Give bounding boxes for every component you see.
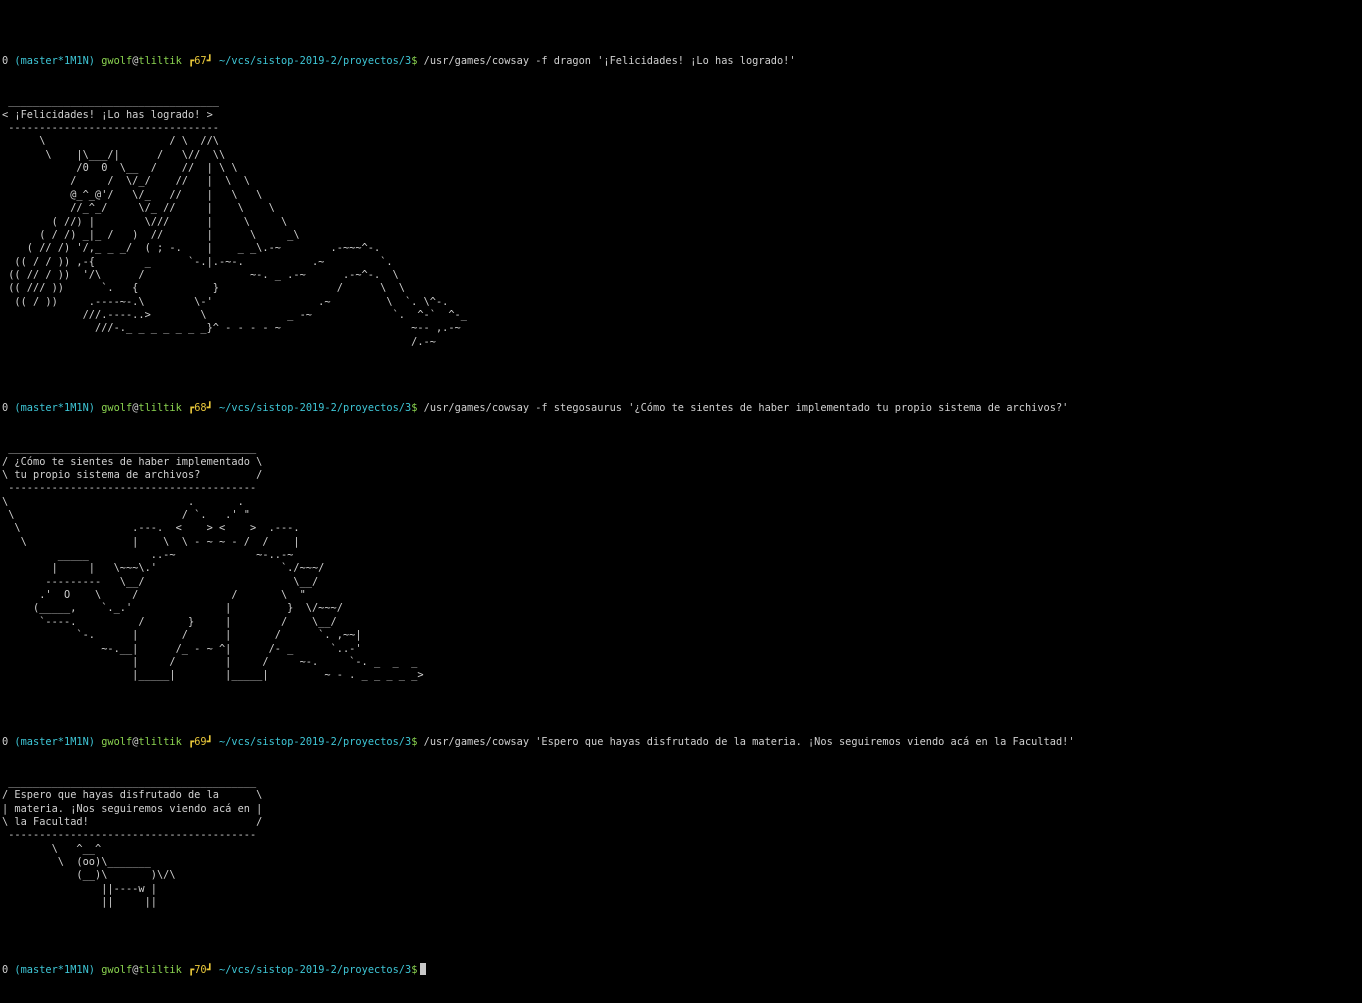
prompt-user: gwolf [101, 402, 133, 415]
prompt-host: tliltik [138, 735, 182, 748]
cowsay-cow-output: ________________________________________… [2, 775, 263, 909]
git-branch: (master*1M1N) [14, 402, 95, 415]
prompt-line-68: 0 (master*1M1N) gwolf@tliltik ┏68┛ ~/vcs… [2, 402, 1358, 415]
git-branch: (master*1M1N) [14, 55, 95, 68]
text-cursor[interactable] [420, 962, 427, 975]
command-text: /usr/games/cowsay -f dragon '¡Felicidade… [423, 55, 796, 68]
exit-status: 0 [2, 735, 9, 748]
exit-status: 0 [2, 963, 9, 976]
history-number: ┏69┛ [188, 735, 213, 748]
prompt-line-67: 0 (master*1M1N) gwolf@tliltik ┏67┛ ~/vcs… [2, 55, 1358, 68]
prompt-dollar: $ [411, 963, 418, 976]
prompt-user: gwolf [101, 963, 133, 976]
history-number: ┏67┛ [188, 55, 213, 68]
exit-status: 0 [2, 55, 9, 68]
prompt-user: gwolf [101, 55, 133, 68]
working-directory: ~/vcs/sistop-2019-2/proyectos/3 [219, 55, 412, 68]
prompt-line-70[interactable]: 0 (master*1M1N) gwolf@tliltik ┏70┛ ~/vcs… [2, 962, 1358, 976]
exit-status: 0 [2, 402, 9, 415]
git-branch: (master*1M1N) [14, 963, 95, 976]
working-directory: ~/vcs/sistop-2019-2/proyectos/3 [219, 963, 412, 976]
prompt-user: gwolf [101, 735, 133, 748]
cowsay-stegosaurus-output: ________________________________________… [2, 442, 424, 682]
command-text: /usr/games/cowsay 'Espero que hayas disf… [423, 735, 1075, 748]
history-number: ┏70┛ [188, 963, 213, 976]
prompt-dollar: $ [411, 402, 418, 415]
working-directory: ~/vcs/sistop-2019-2/proyectos/3 [219, 735, 412, 748]
terminal-window[interactable]: 0 (master*1M1N) gwolf@tliltik ┏67┛ ~/vcs… [2, 2, 1358, 975]
prompt-host: tliltik [138, 963, 182, 976]
prompt-host: tliltik [138, 55, 182, 68]
working-directory: ~/vcs/sistop-2019-2/proyectos/3 [219, 402, 412, 415]
command-text: /usr/games/cowsay -f stegosaurus '¿Cómo … [423, 402, 1069, 415]
prompt-dollar: $ [411, 735, 418, 748]
git-branch: (master*1M1N) [14, 735, 95, 748]
prompt-host: tliltik [138, 402, 182, 415]
cowsay-dragon-output: __________________________________ < ¡Fe… [2, 95, 467, 348]
history-number: ┏68┛ [188, 402, 213, 415]
prompt-line-69: 0 (master*1M1N) gwolf@tliltik ┏69┛ ~/vcs… [2, 736, 1358, 749]
prompt-dollar: $ [411, 55, 418, 68]
